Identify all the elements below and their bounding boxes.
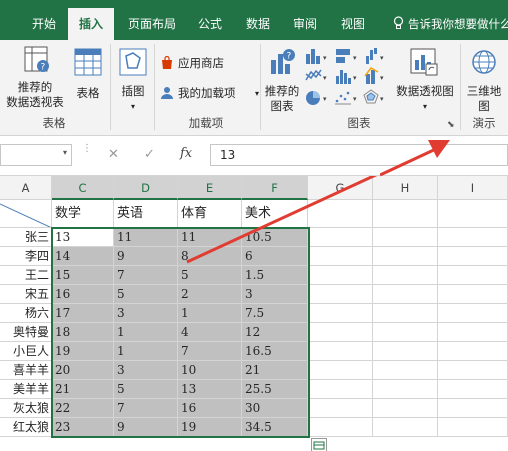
tab-page-layout[interactable]: 页面布局 xyxy=(120,8,184,40)
dropdown-arrow-icon: ▾ xyxy=(130,102,135,111)
svg-text:▾: ▾ xyxy=(380,95,384,103)
group-separator xyxy=(260,44,261,130)
recommended-charts-label-1: 推荐的 xyxy=(264,84,300,98)
illustrations-button[interactable]: 插图 ▾ xyxy=(114,44,152,116)
group-separator xyxy=(460,44,461,130)
recommended-charts-label-2: 图表 xyxy=(270,99,294,113)
svg-text:▾: ▾ xyxy=(380,74,384,82)
enter-icon[interactable]: ✓ xyxy=(144,147,155,162)
chart-type-gallery[interactable]: ▾ ▾ ▾ ▾ ▾ ▾ ▾ ▾ ▾ xyxy=(304,46,394,112)
pivottable-icon: ? xyxy=(24,46,49,73)
recommended-charts-button[interactable]: ? 推荐的 图表 xyxy=(262,44,302,116)
annotation-arrow xyxy=(186,176,378,264)
illustrations-label: 插图 xyxy=(121,84,145,98)
svg-text:▾: ▾ xyxy=(353,54,357,62)
svg-text:▾: ▾ xyxy=(380,54,384,62)
formula-input[interactable] xyxy=(210,144,508,166)
globe-icon xyxy=(472,50,496,74)
combo-chart-icon: ▾ xyxy=(364,67,384,84)
svg-text:▾: ▾ xyxy=(323,95,327,103)
illustrations-icon xyxy=(119,48,147,76)
recommended-pivottable-button[interactable]: ? 推荐的 数据透视表 xyxy=(2,44,68,116)
3d-map-label-1: 三维地 xyxy=(466,84,502,98)
name-box[interactable]: ▾ xyxy=(0,144,72,166)
svg-text:▾: ▾ xyxy=(353,95,357,103)
tell-me-box[interactable]: 告诉我你想要做什么 xyxy=(393,8,508,40)
store-icon xyxy=(162,56,172,69)
svg-text:▾: ▾ xyxy=(323,54,327,62)
table-icon xyxy=(74,48,102,76)
tell-me-text: 告诉我你想要做什么 xyxy=(408,17,508,31)
svg-text:▾: ▾ xyxy=(353,74,357,82)
lightbulb-icon xyxy=(393,16,404,29)
formula-bar-dots-icon[interactable]: ⋮ xyxy=(82,144,92,164)
svg-text:?: ? xyxy=(41,63,46,73)
scatter-chart-icon: ▾ xyxy=(335,91,357,105)
formula-value: 13 xyxy=(220,148,236,162)
pivotchart-button[interactable]: 数据透视图 ▾ xyxy=(394,44,456,116)
3d-map-button[interactable]: 三维地 图 xyxy=(462,44,506,116)
hierarchy-chart-icon: ▾ xyxy=(336,49,357,63)
worksheet-grid: A C D E F G H I 数学 英语 体育 美术 张三 13 11 11 10.5… xyxy=(0,176,508,451)
tab-review[interactable]: 审阅 xyxy=(285,8,325,40)
pivotchart-icon xyxy=(410,48,438,76)
statistic-chart-icon: ▾ xyxy=(336,70,357,84)
column-chart-icon: ▾ xyxy=(306,49,327,64)
store-label: 应用商店 xyxy=(178,56,224,70)
my-addins-icon xyxy=(161,87,173,99)
recommended-charts-icon: ? xyxy=(271,49,295,74)
tab-home[interactable]: 开始 xyxy=(24,8,64,40)
ribbon-tab-bar: 开始 插入 页面布局 公式 数据 审阅 视图 告诉我你想要做什么 xyxy=(0,0,508,40)
store-button[interactable]: 应用商店 xyxy=(158,54,258,74)
table-button[interactable]: 表格 xyxy=(70,44,106,116)
tours-group-label: 演示 xyxy=(472,116,496,130)
tab-insert[interactable]: 插入 xyxy=(68,8,114,40)
my-addins-label: 我的加载项 xyxy=(178,86,236,100)
my-addins-button[interactable]: 我的加载项 ▾ xyxy=(158,84,270,104)
3d-map-label-2: 图 xyxy=(478,99,490,113)
tables-group-label: 表格 xyxy=(42,116,66,130)
table-label: 表格 xyxy=(76,86,100,100)
tab-view[interactable]: 视图 xyxy=(333,8,373,40)
name-box-dropdown-icon[interactable]: ▾ xyxy=(63,148,67,157)
recommended-pivot-label-1: 推荐的 xyxy=(17,80,53,94)
addins-group-label: 加载项 xyxy=(188,116,224,130)
tab-formulas[interactable]: 公式 xyxy=(190,8,230,40)
waterfall-chart-icon: ▾ xyxy=(366,48,384,64)
line-chart-icon: ▾ xyxy=(305,69,327,82)
group-separator xyxy=(110,44,111,130)
dropdown-arrow-icon: ▾ xyxy=(255,89,260,98)
cancel-icon[interactable]: ✕ xyxy=(108,147,119,162)
radar-chart-icon: ▾ xyxy=(363,89,384,104)
svg-text:▾: ▾ xyxy=(323,74,327,82)
pie-chart-icon: ▾ xyxy=(306,91,327,105)
pivotchart-label: 数据透视图 xyxy=(396,84,454,98)
recommended-pivot-label-2: 数据透视表 xyxy=(6,95,64,109)
tab-data[interactable]: 数据 xyxy=(238,8,278,40)
annotation-arrow-head xyxy=(380,140,450,177)
insert-function-icon[interactable]: fx xyxy=(180,146,192,161)
svg-text:?: ? xyxy=(287,52,292,62)
group-separator xyxy=(154,44,155,130)
